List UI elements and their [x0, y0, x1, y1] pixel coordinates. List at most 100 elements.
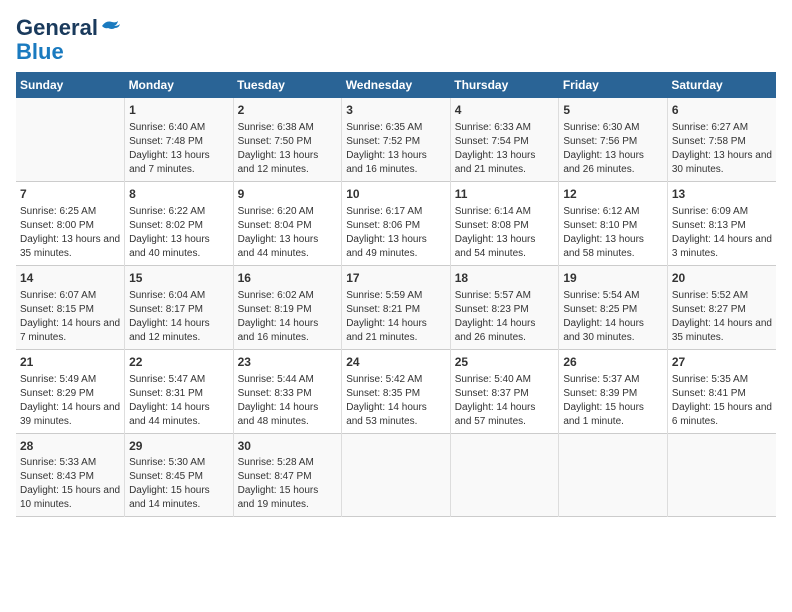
- day-info: Sunrise: 5:59 AMSunset: 8:21 PMDaylight:…: [346, 289, 446, 345]
- day-info: Sunrise: 5:35 AMSunset: 8:41 PMDaylight:…: [672, 373, 772, 429]
- weekday-header-saturday: Saturday: [667, 72, 776, 98]
- day-info: Sunrise: 5:40 AMSunset: 8:37 PMDaylight:…: [455, 373, 555, 429]
- day-number: 9: [238, 186, 338, 203]
- day-number: 6: [672, 102, 772, 119]
- day-info: Sunrise: 5:52 AMSunset: 8:27 PMDaylight:…: [672, 289, 772, 345]
- day-info: Sunrise: 6:02 AMSunset: 8:19 PMDaylight:…: [238, 289, 338, 345]
- day-info: Sunrise: 5:47 AMSunset: 8:31 PMDaylight:…: [129, 373, 229, 429]
- day-number: 19: [563, 270, 663, 287]
- day-number: 16: [238, 270, 338, 287]
- day-number: 22: [129, 354, 229, 371]
- calendar-cell: 29Sunrise: 5:30 AMSunset: 8:45 PMDayligh…: [125, 433, 234, 517]
- day-info: Sunrise: 6:38 AMSunset: 7:50 PMDaylight:…: [238, 121, 338, 177]
- day-info: Sunrise: 6:07 AMSunset: 8:15 PMDaylight:…: [20, 289, 120, 345]
- weekday-header-row: SundayMondayTuesdayWednesdayThursdayFrid…: [16, 72, 776, 98]
- calendar-cell: 19 Sunrise: 5:54 AMSunset: 8:25 PMDayligh…: [559, 265, 668, 349]
- weekday-header-tuesday: Tuesday: [233, 72, 342, 98]
- day-number: 3: [346, 102, 446, 119]
- day-info: Sunrise: 5:57 AMSunset: 8:23 PMDaylight:…: [455, 289, 555, 345]
- calendar-cell: 15 Sunrise: 6:04 AMSunset: 8:17 PMDayligh…: [125, 265, 234, 349]
- calendar-week-row: 21Sunrise: 5:49 AMSunset: 8:29 PMDayligh…: [16, 349, 776, 433]
- calendar-cell: 28Sunrise: 5:33 AMSunset: 8:43 PMDayligh…: [16, 433, 125, 517]
- day-number: 25: [455, 354, 555, 371]
- calendar-cell: 26Sunrise: 5:37 AMSunset: 8:39 PMDayligh…: [559, 349, 668, 433]
- logo-general: General: [16, 15, 98, 40]
- day-info: Sunrise: 6:12 AMSunset: 8:10 PMDaylight:…: [563, 205, 663, 261]
- day-number: 14: [20, 270, 120, 287]
- day-info: Sunrise: 6:14 AMSunset: 8:08 PMDaylight:…: [455, 205, 555, 261]
- calendar-cell: [667, 433, 776, 517]
- calendar-cell: 16 Sunrise: 6:02 AMSunset: 8:19 PMDayligh…: [233, 265, 342, 349]
- day-info: Sunrise: 6:35 AMSunset: 7:52 PMDaylight:…: [346, 121, 446, 177]
- calendar-cell: 17 Sunrise: 5:59 AMSunset: 8:21 PMDayligh…: [342, 265, 451, 349]
- day-number: 2: [238, 102, 338, 119]
- calendar-cell: [16, 98, 125, 181]
- day-number: 18: [455, 270, 555, 287]
- calendar-cell: 20 Sunrise: 5:52 AMSunset: 8:27 PMDayligh…: [667, 265, 776, 349]
- day-number: 24: [346, 354, 446, 371]
- day-number: 11: [455, 186, 555, 203]
- day-number: 27: [672, 354, 772, 371]
- calendar-cell: 13 Sunrise: 6:09 AMSunset: 8:13 PMDayligh…: [667, 182, 776, 266]
- calendar-cell: 9 Sunrise: 6:20 AMSunset: 8:04 PMDaylight…: [233, 182, 342, 266]
- calendar-cell: 18 Sunrise: 5:57 AMSunset: 8:23 PMDayligh…: [450, 265, 559, 349]
- weekday-header-monday: Monday: [125, 72, 234, 98]
- day-info: Sunrise: 6:04 AMSunset: 8:17 PMDaylight:…: [129, 289, 229, 345]
- day-info: Sunrise: 6:40 AMSunset: 7:48 PMDaylight:…: [129, 121, 229, 177]
- logo-bird-icon: [100, 18, 120, 34]
- day-number: 20: [672, 270, 772, 287]
- calendar-cell: 1 Sunrise: 6:40 AMSunset: 7:48 PMDaylight…: [125, 98, 234, 181]
- day-number: 1: [129, 102, 229, 119]
- calendar-cell: 2 Sunrise: 6:38 AMSunset: 7:50 PMDaylight…: [233, 98, 342, 181]
- day-info: Sunrise: 6:09 AMSunset: 8:13 PMDaylight:…: [672, 205, 772, 261]
- calendar-cell: 11 Sunrise: 6:14 AMSunset: 8:08 PMDayligh…: [450, 182, 559, 266]
- calendar-cell: 14 Sunrise: 6:07 AMSunset: 8:15 PMDayligh…: [16, 265, 125, 349]
- day-info: Sunrise: 6:30 AMSunset: 7:56 PMDaylight:…: [563, 121, 663, 177]
- calendar-cell: [450, 433, 559, 517]
- day-info: Sunrise: 5:54 AMSunset: 8:25 PMDaylight:…: [563, 289, 663, 345]
- calendar-cell: 12 Sunrise: 6:12 AMSunset: 8:10 PMDayligh…: [559, 182, 668, 266]
- calendar-cell: [559, 433, 668, 517]
- logo: General Blue: [16, 16, 120, 64]
- calendar-week-row: 14 Sunrise: 6:07 AMSunset: 8:15 PMDayligh…: [16, 265, 776, 349]
- day-number: 29: [129, 438, 229, 455]
- day-info: Sunrise: 5:33 AMSunset: 8:43 PMDaylight:…: [20, 456, 120, 512]
- day-info: Sunrise: 5:28 AMSunset: 8:47 PMDaylight:…: [238, 456, 338, 512]
- calendar-table: SundayMondayTuesdayWednesdayThursdayFrid…: [16, 72, 776, 517]
- day-number: 5: [563, 102, 663, 119]
- calendar-cell: 7Sunrise: 6:25 AMSunset: 8:00 PMDaylight…: [16, 182, 125, 266]
- day-number: 23: [238, 354, 338, 371]
- day-number: 21: [20, 354, 120, 371]
- calendar-cell: 8 Sunrise: 6:22 AMSunset: 8:02 PMDaylight…: [125, 182, 234, 266]
- logo-blue: Blue: [16, 40, 64, 64]
- day-number: 30: [238, 438, 338, 455]
- day-number: 13: [672, 186, 772, 203]
- day-number: 15: [129, 270, 229, 287]
- day-number: 17: [346, 270, 446, 287]
- calendar-cell: 27 Sunrise: 5:35 AMSunset: 8:41 PMDayligh…: [667, 349, 776, 433]
- day-number: 4: [455, 102, 555, 119]
- day-info: Sunrise: 6:22 AMSunset: 8:02 PMDaylight:…: [129, 205, 229, 261]
- day-info: Sunrise: 6:25 AMSunset: 8:00 PMDaylight:…: [20, 205, 120, 261]
- calendar-cell: 4Sunrise: 6:33 AMSunset: 7:54 PMDaylight…: [450, 98, 559, 181]
- calendar-week-row: 28Sunrise: 5:33 AMSunset: 8:43 PMDayligh…: [16, 433, 776, 517]
- day-number: 28: [20, 438, 120, 455]
- weekday-header-wednesday: Wednesday: [342, 72, 451, 98]
- day-info: Sunrise: 6:17 AMSunset: 8:06 PMDaylight:…: [346, 205, 446, 261]
- day-number: 8: [129, 186, 229, 203]
- weekday-header-friday: Friday: [559, 72, 668, 98]
- day-number: 12: [563, 186, 663, 203]
- day-number: 10: [346, 186, 446, 203]
- day-info: Sunrise: 6:27 AMSunset: 7:58 PMDaylight:…: [672, 121, 772, 177]
- page-header: General Blue: [16, 16, 776, 64]
- day-info: Sunrise: 5:44 AMSunset: 8:33 PMDaylight:…: [238, 373, 338, 429]
- calendar-cell: 3 Sunrise: 6:35 AMSunset: 7:52 PMDaylight…: [342, 98, 451, 181]
- calendar-cell: 6 Sunrise: 6:27 AMSunset: 7:58 PMDaylight…: [667, 98, 776, 181]
- calendar-cell: 23 Sunrise: 5:44 AMSunset: 8:33 PMDayligh…: [233, 349, 342, 433]
- calendar-cell: 21Sunrise: 5:49 AMSunset: 8:29 PMDayligh…: [16, 349, 125, 433]
- calendar-week-row: 7Sunrise: 6:25 AMSunset: 8:00 PMDaylight…: [16, 182, 776, 266]
- day-info: Sunrise: 5:30 AMSunset: 8:45 PMDaylight:…: [129, 456, 229, 512]
- day-number: 26: [563, 354, 663, 371]
- calendar-cell: 10 Sunrise: 6:17 AMSunset: 8:06 PMDayligh…: [342, 182, 451, 266]
- day-info: Sunrise: 6:20 AMSunset: 8:04 PMDaylight:…: [238, 205, 338, 261]
